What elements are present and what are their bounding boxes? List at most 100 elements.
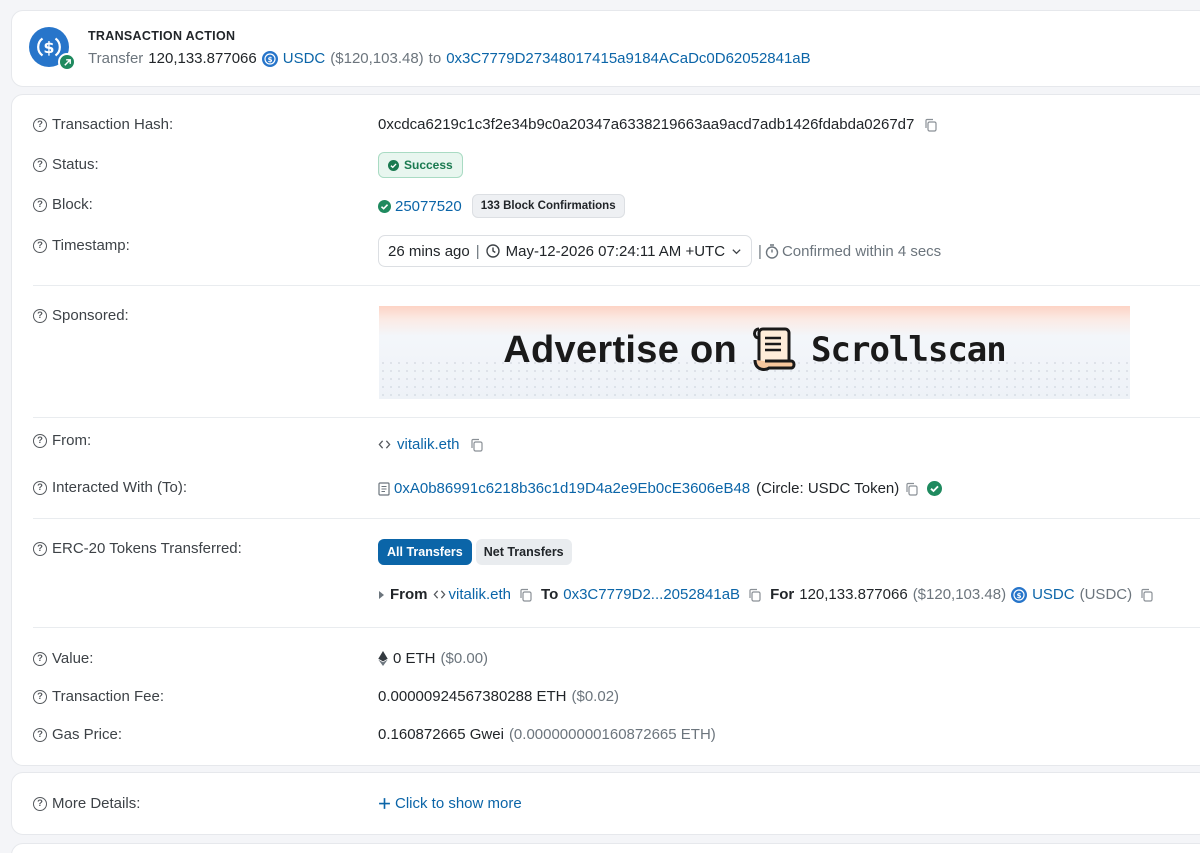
- copy-icon[interactable]: [1140, 588, 1154, 602]
- hash-label: ? Transaction Hash:: [33, 116, 173, 133]
- timestamp-label: ? Timestamp:: [33, 237, 130, 254]
- fee-usd: ($0.02): [571, 688, 620, 705]
- timestamp-confirmed: Confirmed within 4 secs: [781, 242, 942, 260]
- erc20-tabs: All Transfers Net Transfers: [378, 539, 572, 565]
- block-number-link[interactable]: 25077520: [395, 198, 462, 215]
- erc20-from-word: From: [390, 586, 428, 603]
- divider: [33, 627, 1200, 628]
- gas-amount: 0.160872665 Gwei: [378, 726, 504, 743]
- fee-amount: 0.00000924567380288 ETH: [378, 688, 567, 705]
- show-more-link[interactable]: Click to show more: [378, 795, 522, 812]
- arrow-up-right-icon: [58, 53, 76, 71]
- timestamp-value-row: 26 mins ago | May-12-2026 07:24:11 AM +U…: [378, 235, 941, 267]
- erc20-usd: ($120,103.48): [912, 586, 1007, 603]
- check-circle-icon: [388, 159, 399, 171]
- interacted-label: ? Interacted With (To):: [33, 479, 187, 496]
- contract-file-icon: [378, 481, 390, 496]
- transaction-overview-card: ? Transaction Hash: 0xcdca6219c1c3f2e34b…: [11, 94, 1200, 766]
- gas-value-row: 0.160872665 Gwei (0.000000000160872665 E…: [378, 726, 716, 743]
- fee-label-text: Transaction Fee:: [52, 688, 164, 705]
- status-value-row: Success: [378, 152, 463, 178]
- banner-content: Advertise on Scrollscan: [379, 326, 1130, 374]
- more-details-card: ? More Details: Click to show more: [11, 772, 1200, 835]
- tab-all-transfers[interactable]: All Transfers: [378, 539, 472, 565]
- timestamp-date: May-12-2026 07:24:11 AM +UTC: [505, 242, 726, 260]
- copy-icon[interactable]: [470, 438, 484, 452]
- usdc-coin-icon: $: [29, 27, 76, 71]
- status-label: ? Status:: [33, 156, 99, 173]
- from-value-row: vitalik.eth: [378, 436, 484, 453]
- check-circle-icon: [378, 199, 391, 213]
- timestamp-separator: |: [475, 242, 480, 260]
- transaction-action-card: $ TRANSACTION ACTION Transfer 120,133.87…: [11, 10, 1200, 87]
- fee-label: ? Transaction Fee:: [33, 688, 164, 705]
- chevron-down-icon: [732, 248, 741, 254]
- question-icon[interactable]: ?: [33, 651, 47, 666]
- value-usd: ($0.00): [440, 650, 489, 667]
- erc20-to-word: To: [541, 586, 559, 603]
- erc20-token-symbol: (USDC): [1079, 586, 1133, 603]
- copy-icon[interactable]: [519, 588, 533, 602]
- svg-text:$: $: [267, 56, 272, 64]
- more-details-label: ? More Details:: [33, 795, 140, 812]
- value-label: ? Value:: [33, 650, 93, 667]
- svg-text:$: $: [1017, 592, 1022, 600]
- usdc-token-icon: $: [261, 50, 278, 67]
- status-badge: Success: [378, 152, 463, 178]
- question-icon[interactable]: ?: [33, 796, 47, 811]
- question-icon[interactable]: ?: [33, 480, 47, 495]
- hash-label-text: Transaction Hash:: [52, 116, 174, 133]
- erc20-to-link[interactable]: 0x3C7779D2...2052841aB: [563, 586, 740, 603]
- question-icon[interactable]: ?: [33, 157, 47, 172]
- ethereum-icon: [378, 651, 388, 666]
- copy-icon[interactable]: [924, 118, 938, 132]
- contract-name: (Circle: USDC Token): [756, 480, 900, 497]
- question-icon[interactable]: ?: [33, 117, 47, 132]
- erc20-token-link[interactable]: USDC: [1032, 586, 1075, 603]
- divider: [33, 518, 1200, 519]
- from-label: ? From:: [33, 432, 91, 449]
- timestamp-dropdown[interactable]: 26 mins ago | May-12-2026 07:24:11 AM +U…: [378, 235, 753, 267]
- clock-icon: [485, 244, 500, 258]
- timestamp-ago: 26 mins ago: [388, 242, 470, 260]
- sponsored-banner[interactable]: Advertise on Scrollscan: [379, 306, 1130, 399]
- action-token-link[interactable]: USDC: [283, 50, 326, 67]
- action-title: TRANSACTION ACTION: [88, 29, 236, 43]
- code-brackets-icon: [433, 590, 445, 599]
- fee-value-row: 0.00000924567380288 ETH ($0.02): [378, 688, 619, 705]
- question-icon[interactable]: ?: [33, 689, 47, 704]
- tab-net-transfers[interactable]: Net Transfers: [475, 539, 572, 565]
- value-label-text: Value:: [52, 650, 94, 667]
- copy-icon[interactable]: [905, 482, 919, 496]
- erc20-amount: 120,133.877066: [799, 586, 908, 603]
- action-verb: Transfer: [88, 50, 144, 67]
- erc20-transfer-row: From vitalik.eth To 0x3C7779D2...2052841…: [378, 586, 1154, 603]
- action-usd: ($120,103.48): [330, 50, 424, 67]
- action-amount: 120,133.877066: [148, 50, 257, 67]
- action-to-word: to: [428, 50, 442, 67]
- copy-icon[interactable]: [748, 588, 762, 602]
- sponsored-label: ? Sponsored:: [33, 307, 129, 324]
- block-value-row: 25077520 133 Block Confirmations: [378, 194, 625, 218]
- from-address-link[interactable]: vitalik.eth: [397, 436, 460, 453]
- status-text: Success: [404, 158, 453, 172]
- erc20-for-word: For: [770, 586, 795, 603]
- action-to-address-link[interactable]: 0x3C7779D27348017415a9184ACaDc0D62052841…: [446, 50, 810, 67]
- erc20-label-text: ERC-20 Tokens Transferred:: [52, 540, 242, 557]
- status-label-text: Status:: [52, 156, 99, 173]
- question-icon[interactable]: ?: [33, 541, 47, 556]
- code-brackets-icon: [378, 440, 391, 449]
- question-icon[interactable]: ?: [33, 433, 47, 448]
- question-icon[interactable]: ?: [33, 238, 47, 253]
- action-summary: Transfer 120,133.877066 $ USDC ($120,103…: [88, 50, 811, 67]
- question-icon[interactable]: ?: [33, 197, 47, 212]
- interacted-value-row: 0xA0b86991c6218b36c1d19D4a2e9Eb0cE3606eB…: [378, 480, 943, 497]
- caret-right-icon[interactable]: [378, 590, 385, 600]
- divider: [33, 417, 1200, 418]
- contract-address-link[interactable]: 0xA0b86991c6218b36c1d19D4a2e9Eb0cE3606eB…: [394, 480, 750, 497]
- gas-eth: (0.000000000160872665 ETH): [508, 726, 716, 743]
- stopwatch-icon: [765, 243, 779, 259]
- question-icon[interactable]: ?: [33, 727, 47, 742]
- question-icon[interactable]: ?: [33, 308, 47, 323]
- erc20-from-link[interactable]: vitalik.eth: [449, 586, 512, 603]
